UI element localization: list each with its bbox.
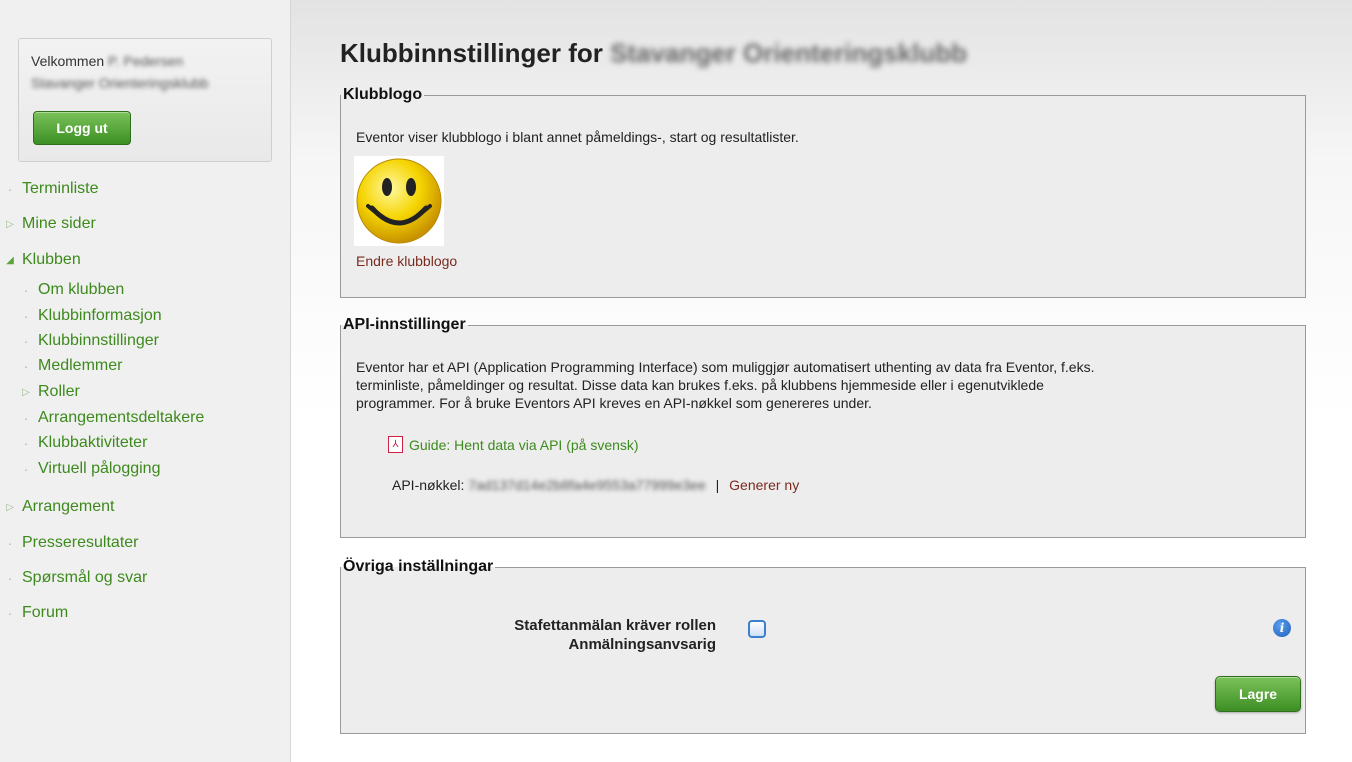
nav-item-klubben[interactable]: ◢ Klubben [4,251,81,269]
bullet-icon: · [7,570,13,586]
page-title-prefix: Klubbinnstillinger for [340,38,603,68]
bullet-icon: · [23,461,29,477]
api-key-separator: | [715,477,720,493]
bullet-icon: · [23,358,29,374]
bullet-icon: · [23,435,29,451]
nav-label: Arrangementsdeltakere [38,409,205,426]
relay-role-checkbox[interactable] [748,620,766,638]
nav-item-forum[interactable]: · Forum [4,604,69,622]
api-description-line1: Eventor har et API (Application Programm… [356,359,1095,375]
nav-label: Klubbinformasjon [38,307,162,324]
other-settings-panel-body: Stafettanmälan kräver rollen Anmälningsa… [340,558,1306,734]
nav-label: Klubbinnstillinger [38,332,159,349]
nav-item-mine-sider[interactable]: ▷ Mine sider [4,215,96,233]
triangle-right-icon: ▷ [6,218,14,230]
nav-item-klubbinnstillinger[interactable]: · Klubbinnstillinger [20,332,159,350]
nav-item-roller[interactable]: ▷ Roller [20,383,80,401]
club-name: Stavanger Orienteringsklubb [31,75,209,91]
generate-api-key-link[interactable]: Generer ny [729,477,799,493]
nav-label: Terminliste [22,180,99,197]
bullet-icon: · [23,410,29,426]
nav-item-klubbinformasjon[interactable]: · Klubbinformasjon [20,307,162,325]
user-name: P. Pedersen [108,53,184,69]
nav-label: Klubbaktiviteter [38,434,148,451]
bullet-icon: · [23,282,29,298]
nav-item-presseresultater[interactable]: · Presseresultater [4,534,139,552]
triangle-open-icon: ◢ [6,254,14,266]
welcome-box: Velkommen P. Pedersen Stavanger Orienter… [18,38,272,162]
club-logo-panel-body: Eventor viser klubblogo i blant annet på… [340,86,1306,298]
nav-label: Virtuell pålogging [38,460,161,477]
welcome-line: Velkommen P. Pedersen [31,53,183,69]
nav-item-arrangement[interactable]: ▷ Arrangement [4,498,115,516]
nav-label: Arrangement [22,498,115,515]
nav-item-virtuell-palogging[interactable]: · Virtuell pålogging [20,460,161,478]
bullet-icon: · [7,605,13,621]
api-description-line3: programmer. For å bruke Eventors API kre… [356,395,872,411]
nav-item-om-klubben[interactable]: · Om klubben [20,281,125,299]
info-icon[interactable]: i [1273,619,1291,637]
page-title-club: Stavanger Orienteringsklubb [610,38,967,68]
nav-label: Om klubben [38,281,125,298]
nav-item-terminliste[interactable]: · Terminliste [4,180,99,198]
nav-item-sporsmal-og-svar[interactable]: · Spørsmål og svar [4,569,148,587]
smiley-icon [356,158,442,244]
welcome-prefix: Velkommen [31,53,105,69]
nav-label: Forum [22,604,69,621]
api-key-value: 7ad137d14e2b8fa4e9553a77999e3ee [468,477,706,493]
triangle-right-icon: ▷ [22,386,30,398]
bullet-icon: · [7,535,13,551]
nav-label: Presseresultater [22,534,139,551]
nav-label: Spørsmål og svar [22,569,148,586]
relay-role-label-line2: Anmälningsanvsarig [568,636,716,653]
save-button[interactable]: Lagre [1215,676,1301,712]
nav-item-arrangementsdeltakere[interactable]: · Arrangementsdeltakere [20,409,205,427]
bullet-icon: · [23,308,29,324]
api-settings-panel-body: Eventor har et API (Application Programm… [340,316,1306,538]
nav-item-klubbaktiviteter[interactable]: · Klubbaktiviteter [20,434,148,452]
logout-button[interactable]: Logg ut [33,111,131,145]
api-guide-link[interactable]: Guide: Hent data via API (på svensk) [409,436,639,454]
relay-role-label-line1: Stafettanmälan kräver rollen [514,617,716,634]
nav-item-medlemmer[interactable]: · Medlemmer [20,357,123,375]
nav-label: Klubben [22,251,81,268]
bullet-icon: · [7,181,13,197]
api-key-row: API-nøkkel: 7ad137d14e2b8fa4e9553a77999e… [392,476,799,494]
page-title: Klubbinnstillinger for Stavanger Oriente… [340,38,967,69]
club-logo-image [354,156,444,246]
bullet-icon: · [23,333,29,349]
sidebar: Velkommen P. Pedersen Stavanger Orienter… [0,0,291,762]
club-logo-description: Eventor viser klubblogo i blant annet på… [356,129,799,145]
api-description-line2: terminliste, påmeldinger og resultat. Di… [356,377,1044,393]
pdf-icon: ⅄ [388,436,403,453]
triangle-right-icon: ▷ [6,501,14,513]
relay-role-setting-label: Stafettanmälan kräver rollen Anmälningsa… [400,616,716,654]
change-club-logo-link[interactable]: Endre klubblogo [356,252,457,270]
nav-label: Medlemmer [38,357,123,374]
api-key-label: API-nøkkel: [392,477,465,493]
nav-label: Mine sider [22,215,96,232]
nav-label: Roller [38,383,80,400]
